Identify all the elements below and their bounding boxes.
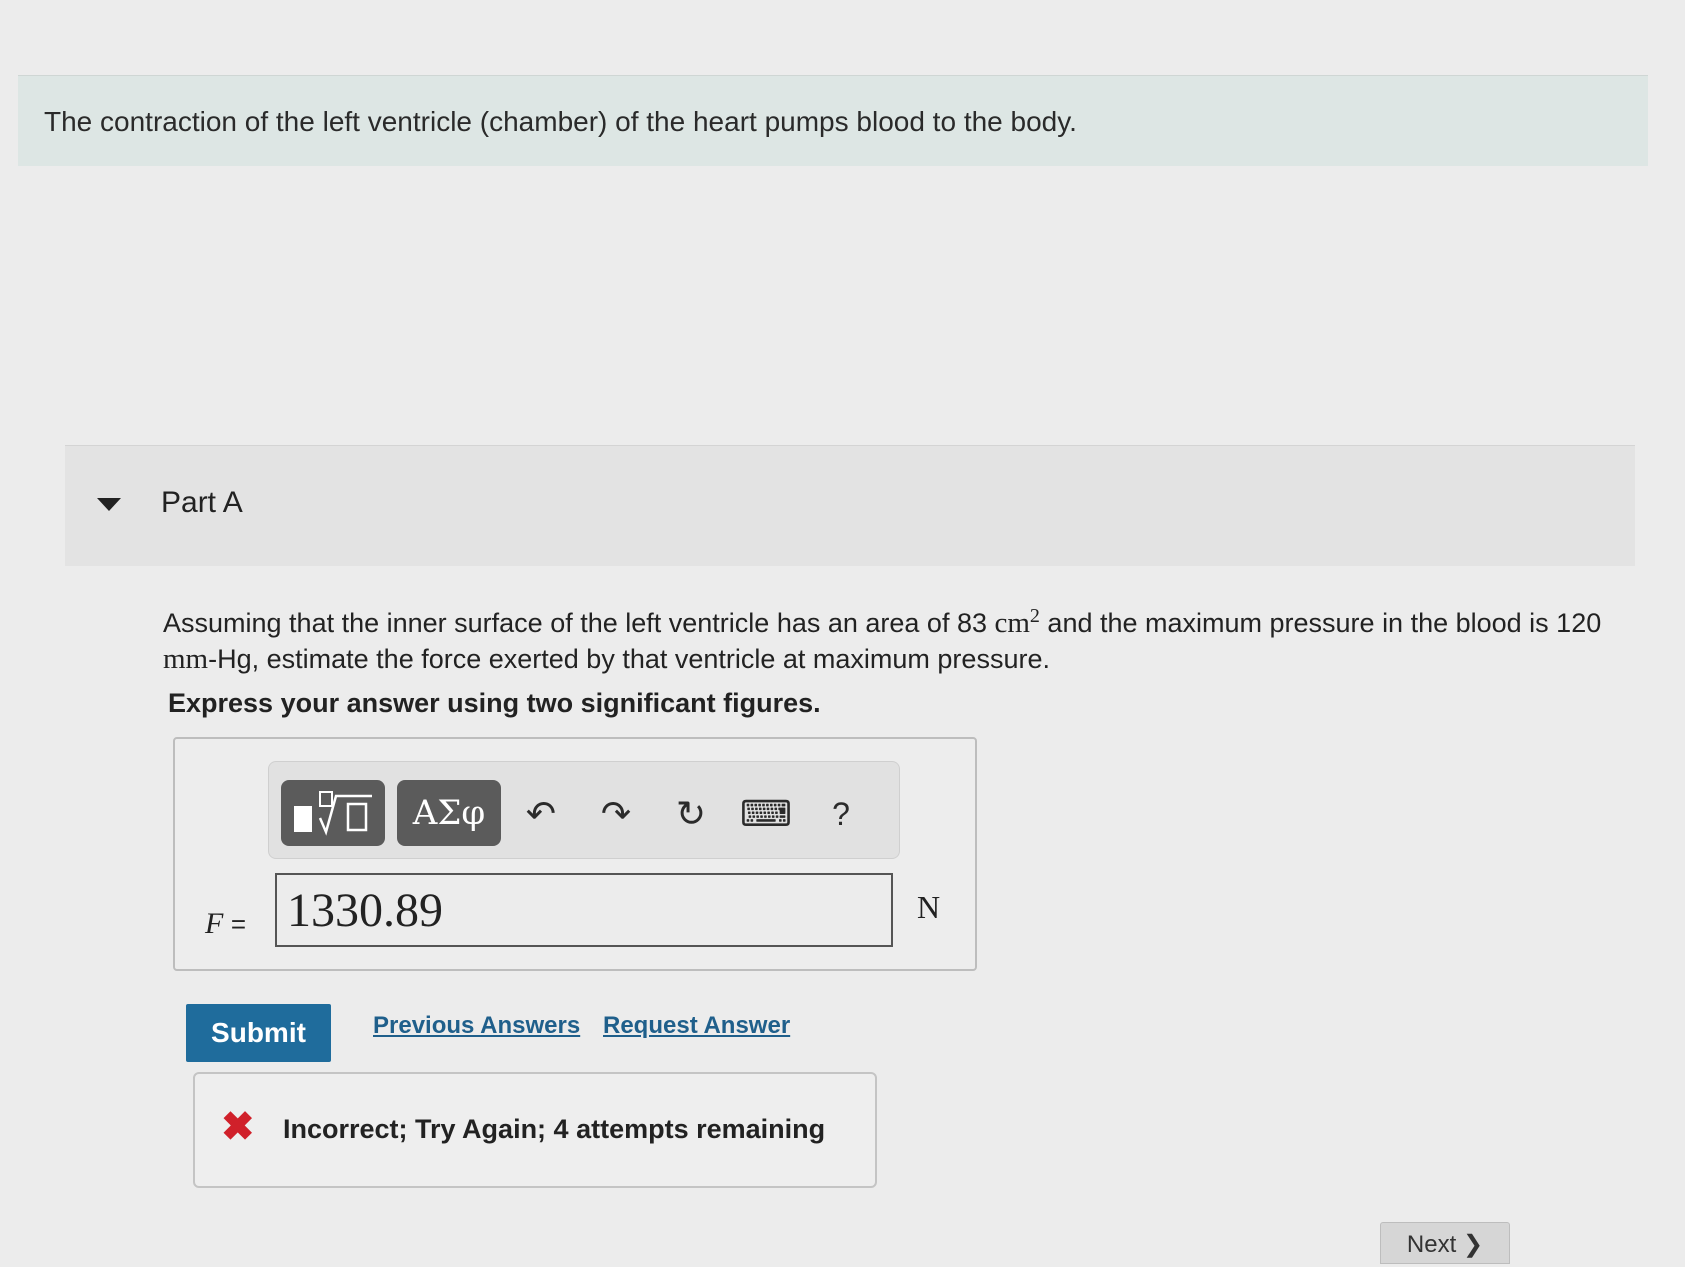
- previous-answers-link[interactable]: Previous Answers: [373, 1012, 580, 1040]
- answer-box: ΑΣφ ↶ ↷ ↻ ⌨ ? F = N: [173, 737, 977, 971]
- incorrect-x-icon: ✖: [221, 1105, 255, 1149]
- symbols-button[interactable]: ΑΣφ: [397, 780, 501, 846]
- unit-label: N: [917, 889, 941, 925]
- question-text-3: -Hg, estimate the force exerted by that …: [208, 644, 1050, 674]
- templates-button[interactable]: [281, 780, 385, 846]
- help-button[interactable]: ?: [819, 792, 863, 836]
- part-title: Part A: [161, 486, 243, 519]
- collapse-caret-icon[interactable]: [97, 498, 121, 511]
- math-toolbar: ΑΣφ ↶ ↷ ↻ ⌨ ?: [268, 761, 900, 859]
- answer-input[interactable]: [275, 873, 893, 947]
- reset-icon[interactable]: ↻: [669, 792, 713, 836]
- problem-intro: The contraction of the left ventricle (c…: [18, 75, 1648, 166]
- area-unit: cm: [994, 607, 1030, 639]
- part-header[interactable]: Part A: [65, 445, 1635, 566]
- submit-button[interactable]: Submit: [186, 1004, 331, 1062]
- feedback-box: ✖ Incorrect; Try Again; 4 attempts remai…: [193, 1072, 877, 1188]
- next-label: Next: [1406, 1231, 1457, 1258]
- variable-label: F =: [205, 907, 246, 941]
- question-text-1: Assuming that the inner surface of the l…: [163, 608, 995, 638]
- next-button[interactable]: Next ❯: [1380, 1222, 1510, 1264]
- question-text: Assuming that the inner surface of the l…: [163, 598, 1603, 677]
- pressure-unit: mm: [163, 643, 209, 675]
- feedback-text: Incorrect; Try Again; 4 attempts remaini…: [283, 1114, 826, 1144]
- templates-icon: [294, 791, 372, 836]
- area-unit-exponent: 2: [1029, 605, 1040, 627]
- chevron-right-icon: ❯: [1462, 1231, 1484, 1258]
- variable-name: F: [205, 907, 224, 940]
- intro-text: The contraction of the left ventricle (c…: [44, 106, 1077, 137]
- instruction-text: Express your answer using two significan…: [168, 688, 821, 718]
- request-answer-link[interactable]: Request Answer: [603, 1012, 790, 1040]
- equals-sign: =: [230, 909, 247, 939]
- redo-icon[interactable]: ↷: [594, 792, 638, 836]
- undo-icon[interactable]: ↶: [519, 792, 563, 836]
- keyboard-icon[interactable]: ⌨: [740, 792, 792, 836]
- question-text-2: and the maximum pressure in the blood is…: [1039, 608, 1602, 638]
